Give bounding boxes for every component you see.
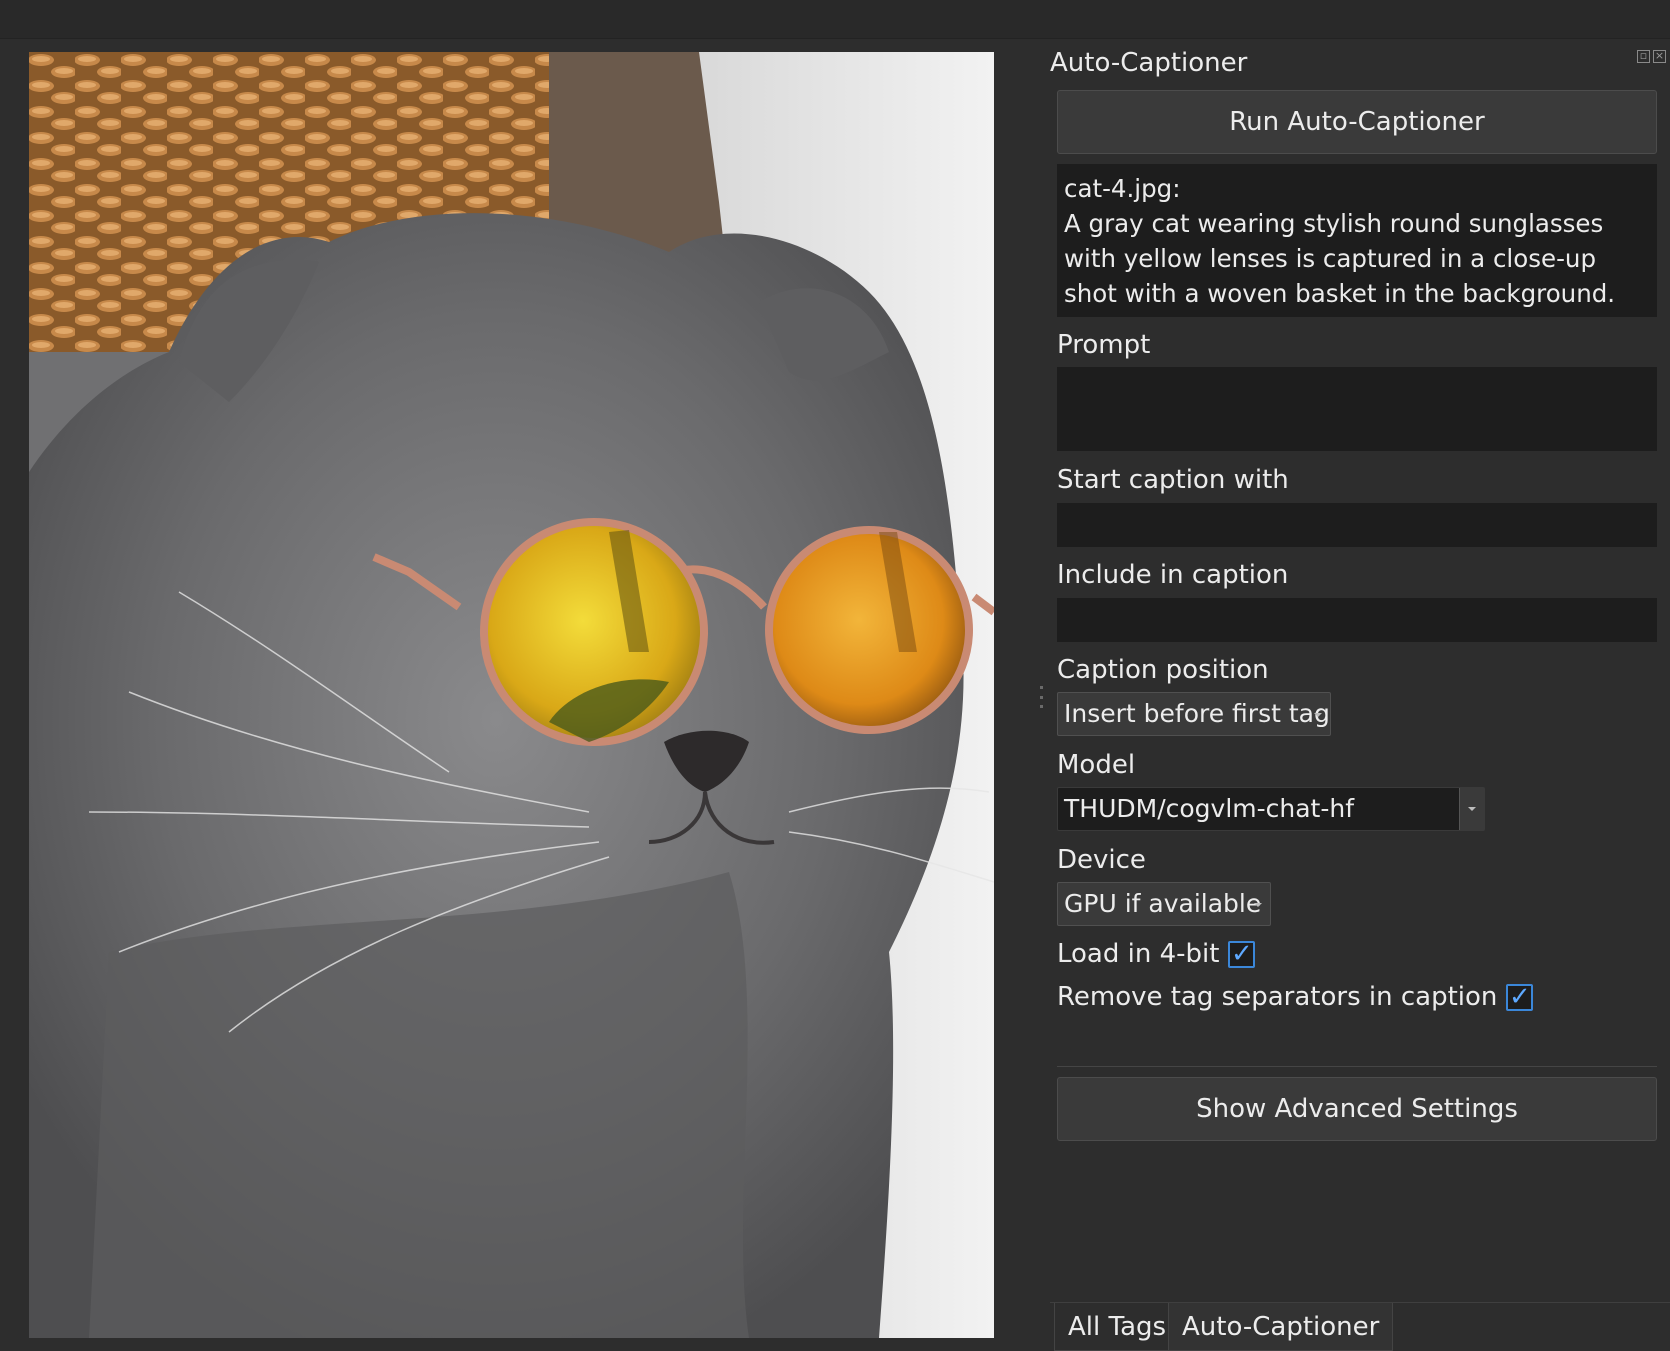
auto-captioner-dock: Auto-Captioner ▫ × Run Auto-Captioner ca… [1050,40,1670,1351]
chevron-down-icon [1254,903,1262,907]
start-caption-label: Start caption with [1057,465,1289,495]
divider [1057,1066,1657,1067]
remove-separators-label: Remove tag separators in caption [1057,982,1498,1012]
title-bar [0,0,1670,39]
show-advanced-settings-button[interactable]: Show Advanced Settings [1057,1077,1657,1141]
remove-separators-row: Remove tag separators in caption ✓ [1057,982,1534,1012]
include-caption-input[interactable] [1057,598,1657,642]
chevron-down-icon [1468,807,1476,811]
model-value: THUDM/cogvlm-chat-hf [1064,794,1355,823]
caption-position-label: Caption position [1057,655,1269,685]
cat-image [29,52,994,1338]
load-4bit-row: Load in 4-bit ✓ [1057,939,1256,969]
run-auto-captioner-button[interactable]: Run Auto-Captioner [1057,90,1657,154]
image-viewer[interactable] [29,52,994,1338]
caption-filename: cat-4.jpg: [1064,174,1181,203]
dock-controls: ▫ × [1637,50,1666,63]
device-value: GPU if available [1064,889,1262,918]
splitter-handle[interactable] [1040,686,1043,708]
load-4bit-checkbox[interactable]: ✓ [1228,940,1256,968]
dock-title: Auto-Captioner [1050,48,1248,78]
tab-auto-captioner[interactable]: Auto-Captioner [1168,1303,1394,1351]
tab-all-tags[interactable]: All Tags [1054,1303,1181,1351]
load-4bit-label: Load in 4-bit [1057,939,1220,969]
chevron-down-icon [1314,713,1322,717]
remove-separators-checkbox[interactable]: ✓ [1506,983,1534,1011]
model-dropdown-button[interactable] [1459,788,1484,830]
model-combobox[interactable]: THUDM/cogvlm-chat-hf [1057,787,1485,831]
caption-output[interactable]: cat-4.jpg: A gray cat wearing stylish ro… [1057,164,1657,317]
close-icon[interactable]: × [1653,50,1666,63]
caption-text: A gray cat wearing stylish round sunglas… [1064,209,1616,308]
device-select[interactable]: GPU if available [1057,882,1271,926]
caption-position-select[interactable]: Insert before first tag [1057,692,1331,736]
prompt-label: Prompt [1057,330,1151,360]
caption-position-value: Insert before first tag [1064,699,1330,728]
prompt-field[interactable] [1057,367,1657,451]
dock-tabs: All Tags Auto-Captioner [1050,1302,1670,1351]
include-caption-label: Include in caption [1057,560,1289,590]
start-caption-input[interactable] [1057,503,1657,547]
device-label: Device [1057,845,1146,875]
float-icon[interactable]: ▫ [1637,50,1650,63]
model-label: Model [1057,750,1136,780]
